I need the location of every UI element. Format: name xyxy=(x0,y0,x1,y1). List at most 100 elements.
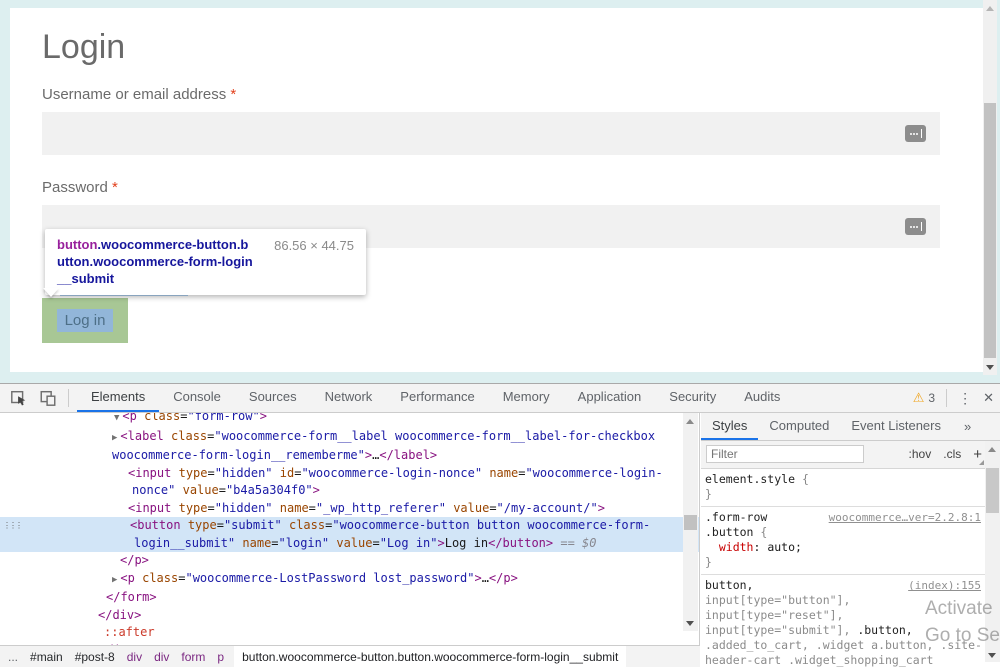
code-token: <button xyxy=(130,518,181,532)
expand-arrow-icon[interactable]: ▼ xyxy=(114,413,119,423)
styles-scrollbar[interactable] xyxy=(985,441,1000,662)
code-token: class xyxy=(171,429,207,443)
stylesheet-link[interactable]: (index):155 xyxy=(908,578,981,593)
css-rule[interactable]: element.style {} xyxy=(701,469,985,506)
close-devtools-icon[interactable]: ✕ xyxy=(983,390,994,406)
device-toolbar-icon[interactable] xyxy=(38,388,58,408)
code-token: "hidden" xyxy=(215,501,273,515)
tab-security[interactable]: Security xyxy=(655,384,730,412)
inspect-element-icon[interactable] xyxy=(9,388,29,408)
page-scrollbar[interactable] xyxy=(983,0,997,375)
css-rule-line: } xyxy=(705,555,981,570)
scroll-up-icon[interactable] xyxy=(985,442,999,456)
code-token xyxy=(164,429,171,443)
sidebar-tab-computed[interactable]: Computed xyxy=(758,413,840,440)
warnings-badge[interactable]: ⚠ 3 xyxy=(913,390,935,406)
css-rule-line: } xyxy=(705,487,981,502)
breadcrumb-item[interactable]: div xyxy=(127,646,142,667)
expand-arrow-icon[interactable]: ▶ xyxy=(112,433,117,443)
tree-line[interactable]: ⋮⋮⋮<button type="submit" class="woocomme… xyxy=(0,517,699,535)
login-button[interactable]: Log in xyxy=(42,298,128,343)
sidebar-tab-event-listeners[interactable]: Event Listeners xyxy=(840,413,952,440)
tree-line[interactable]: nonce" value="b4a5a304f0"> xyxy=(0,482,699,500)
tree-line[interactable]: </div> xyxy=(0,607,699,625)
more-tabs-icon[interactable]: » xyxy=(964,419,971,434)
css-rule[interactable]: woocommerce…ver=2.2.8:1.form-row.button … xyxy=(701,506,985,574)
scroll-up-icon[interactable] xyxy=(683,414,697,428)
css-token: : auto; xyxy=(753,540,801,554)
code-token: "woocommerce-LostPassword lost_password" xyxy=(185,571,474,585)
styles-scrollbar-thumb[interactable] xyxy=(986,468,999,513)
breadcrumb-item[interactable]: button.woocommerce-button.button.woocomm… xyxy=(234,646,626,667)
tab-console[interactable]: Console xyxy=(159,384,235,412)
code-token: <input xyxy=(128,501,171,515)
page-scrollbar-thumb[interactable] xyxy=(984,103,996,358)
expand-arrow-icon[interactable]: ▶ xyxy=(112,575,117,585)
warning-count: 3 xyxy=(928,391,935,405)
tree-line[interactable]: <input type="hidden" id="woocommerce-log… xyxy=(0,465,699,483)
code-token: = xyxy=(489,501,496,515)
tab-audits[interactable]: Audits xyxy=(730,384,794,412)
tab-performance[interactable]: Performance xyxy=(386,384,488,412)
tree-scrollbar-thumb[interactable] xyxy=(684,515,697,530)
scroll-up-icon[interactable] xyxy=(983,1,997,15)
scroll-down-icon[interactable] xyxy=(985,648,999,662)
tree-line[interactable]: </form> xyxy=(0,589,699,607)
code-token: type xyxy=(179,501,208,515)
tab-sources[interactable]: Sources xyxy=(235,384,311,412)
tree-line[interactable]: ::after xyxy=(0,624,699,642)
code-token xyxy=(282,518,289,532)
more-options-icon[interactable]: ⋮ xyxy=(958,390,972,407)
node-options-icon[interactable]: ⋮⋮⋮ xyxy=(3,517,21,535)
new-rule-dropdown-icon[interactable] xyxy=(979,460,984,465)
toggle-hover-button[interactable]: :hov xyxy=(909,447,932,461)
tooltip-arrow xyxy=(43,288,59,297)
code-token: value xyxy=(453,501,489,515)
tree-line[interactable]: login__submit" name="login" value="Log i… xyxy=(0,535,699,553)
element-size: 86.56 × 44.75 xyxy=(274,237,354,254)
tree-line[interactable]: ▼<p class="form-row"> xyxy=(0,413,699,428)
stylesheet-link[interactable]: woocommerce…ver=2.2.8:1 xyxy=(829,510,981,525)
password-manager-icon[interactable] xyxy=(905,125,926,142)
tree-line[interactable]: ▶<label class="woocommerce-form__label w… xyxy=(0,428,699,448)
code-token: = xyxy=(219,483,226,497)
code-token: > xyxy=(260,413,267,423)
code-token: class xyxy=(142,571,178,585)
code-token: login__submit" xyxy=(134,536,235,550)
tree-scrollbar[interactable] xyxy=(683,413,698,631)
login-page-card: Login Username or email address * Passwo… xyxy=(10,8,983,372)
sidebar-tab-styles[interactable]: Styles xyxy=(701,413,758,440)
devtools-main: ▼<p class="form-row">▶<label class="wooc… xyxy=(0,413,1000,667)
breadcrumb-item[interactable]: div xyxy=(154,646,169,667)
code-token: class xyxy=(144,413,180,423)
password-label: Password * xyxy=(42,179,118,196)
scroll-down-icon[interactable] xyxy=(683,616,697,630)
password-manager-icon[interactable] xyxy=(905,218,926,235)
browser-viewport: Login Username or email address * Passwo… xyxy=(0,0,1000,383)
css-rule[interactable]: (index):155button,input[type="button"],i… xyxy=(701,574,985,667)
breadcrumb-item[interactable]: form xyxy=(181,646,205,667)
tab-elements[interactable]: Elements xyxy=(77,384,159,412)
scroll-down-icon[interactable] xyxy=(983,360,997,374)
tab-application[interactable]: Application xyxy=(564,384,656,412)
tree-line[interactable]: <input type="hidden" name="_wp_http_refe… xyxy=(0,500,699,518)
tab-memory[interactable]: Memory xyxy=(489,384,564,412)
tab-network[interactable]: Network xyxy=(311,384,387,412)
code-token: "hidden" xyxy=(215,466,273,480)
tree-line[interactable]: woocommerce-form-login__rememberme">…</l… xyxy=(0,447,699,465)
styles-filter-input[interactable] xyxy=(706,445,864,463)
code-token: "woocommerce-form__label woocommerce-for… xyxy=(214,429,655,443)
code-token: = xyxy=(372,536,379,550)
css-token: .added_to_cart, .widget a.button, .site- xyxy=(705,638,982,652)
username-input[interactable] xyxy=(42,112,940,155)
code-token xyxy=(273,501,280,515)
breadcrumb-item[interactable]: #main xyxy=(30,646,63,667)
breadcrumb-item[interactable]: p xyxy=(217,646,224,667)
code-token: = xyxy=(271,536,278,550)
toggle-class-button[interactable]: .cls xyxy=(943,447,961,461)
tree-line[interactable]: </p> xyxy=(0,552,699,570)
breadcrumb-item[interactable]: ... xyxy=(8,646,18,667)
tree-line[interactable]: ▶<p class="woocommerce-LostPassword lost… xyxy=(0,570,699,590)
code-token: > xyxy=(438,536,445,550)
breadcrumb-item[interactable]: #post-8 xyxy=(75,646,115,667)
